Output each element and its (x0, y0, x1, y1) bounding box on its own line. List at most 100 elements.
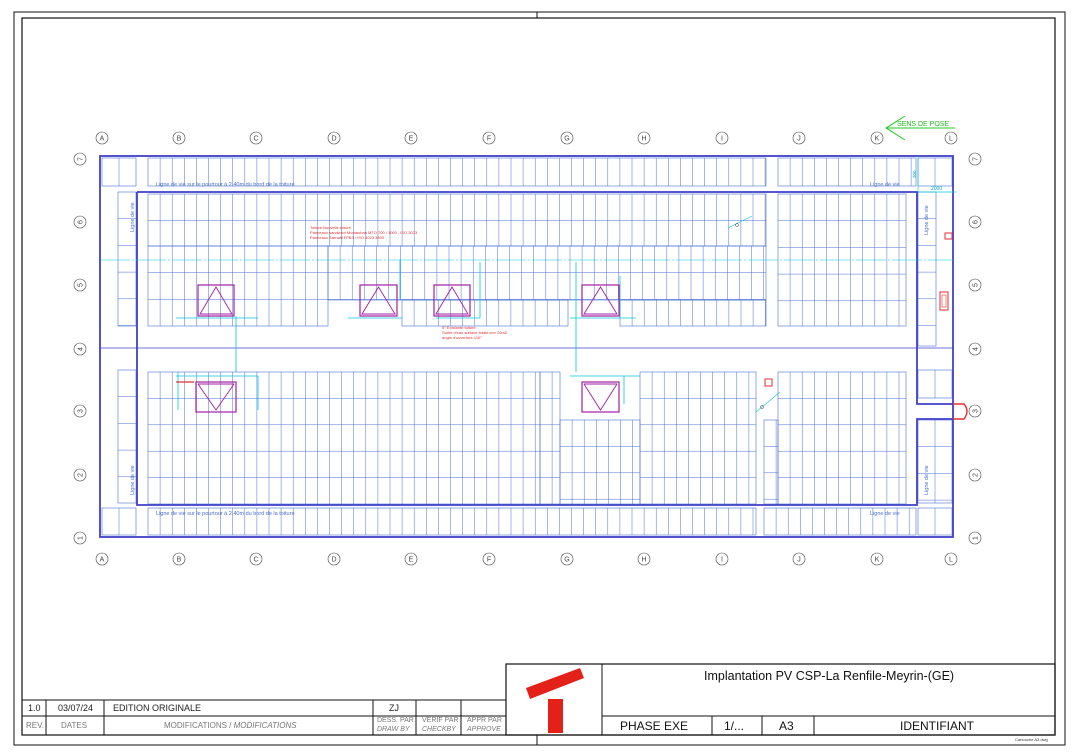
lifeline-left-bottom: Ligne de vie (130, 465, 136, 495)
grid-label-J: J (797, 136, 801, 143)
cable-routes (100, 259, 953, 410)
grid-label-K: K (875, 557, 880, 564)
header-appr-par: APPR PAR (467, 717, 502, 724)
slope-note-3: angle d'ouverture 110° (442, 335, 482, 340)
header-approve: APPROVE (467, 726, 501, 733)
annotations: SENS DE POSE Ligne de vie sur le pourtou… (130, 115, 968, 517)
grid-label-C: C (253, 136, 258, 143)
footer-note: Cartouche A3.dwg (1015, 737, 1048, 742)
grid-label-A: A (100, 557, 105, 564)
phase-label: PHASE EXE (620, 719, 689, 733)
junction-marker (764, 378, 773, 387)
grid-label-K: K (875, 136, 880, 143)
grid-label-3: 3 (973, 409, 980, 413)
grid-label-6: 6 (973, 220, 980, 224)
dim-300: 300 (912, 170, 917, 178)
grid-label-D: D (331, 557, 336, 564)
direction-label: SENS DE POSE (897, 121, 949, 128)
header-rev: REV. (26, 721, 44, 730)
header-modifications: MODIFICATIONS / MODIFICATIONS (164, 721, 297, 730)
grid-label-L: L (949, 136, 953, 143)
grid-label-C: C (253, 557, 258, 564)
panel-block (539, 371, 561, 505)
skylights (195, 284, 620, 413)
roof-frames (99, 155, 954, 538)
edge-note-top: Ligne de vie sur le pourtour à 2,40m du … (156, 182, 295, 188)
skylight (359, 284, 398, 317)
grid-label-J: J (797, 557, 801, 564)
skylight (195, 381, 237, 413)
grid-label-F: F (487, 557, 491, 564)
lifeline-right-top: Ligne de vie (924, 205, 930, 235)
identifiant-label: IDENTIFIANT (900, 719, 974, 733)
grid-label-B: B (177, 557, 182, 564)
grid-label-7: 7 (973, 157, 980, 161)
header-modifications-fr: MODIFICATIONS / (164, 721, 234, 730)
panel-block (147, 193, 767, 247)
lifeline-bottom-right: Ligne de vie (870, 511, 900, 517)
panel-block (401, 299, 569, 327)
panel-block (917, 507, 953, 536)
grid-axes: A A B B C C D D E E F F G G H H I I J J K K L L 7 7 6 6 5 5 4 4 3 3 2 2 1 1 (73, 131, 982, 566)
sheet-number: 1/... (724, 719, 745, 733)
grid-label-E: E (409, 557, 414, 564)
revision-modification: EDITION ORIGINALE (113, 703, 202, 713)
panel-block (559, 419, 641, 505)
panel-block (619, 299, 767, 327)
grid-label-5: 5 (78, 283, 85, 287)
lifeline-right-bottom: Ligne de vie (924, 465, 930, 495)
roof-plan-drawing: A A B B C C D D E E F F G G H H I I J J K K L L 7 7 6 6 5 5 4 4 3 3 2 2 1 1 S… (13, 11, 1066, 746)
roof-outline (99, 155, 954, 538)
pv-panel-layout (101, 157, 953, 536)
project-title: Implantation PV CSP-La Renfile-Meyrin-(G… (704, 669, 955, 683)
grid-label-D: D (331, 136, 336, 143)
grid-label-A: A (100, 136, 105, 143)
grid-label-7: 7 (78, 157, 85, 161)
panel-block (917, 157, 953, 187)
grid-label-5: 5 (973, 283, 980, 287)
header-verif-par: VERIF PAR (422, 717, 459, 724)
header-checkby: CHECKBY (422, 726, 456, 733)
revision-date: 03/07/24 (58, 703, 94, 713)
company-logo (526, 668, 584, 733)
panel-block (147, 371, 541, 505)
panel-block (101, 157, 137, 187)
grid-label-F: F (487, 136, 491, 143)
panel-block (763, 419, 779, 505)
grid-label-H: H (641, 557, 646, 564)
grid-label-L: L (949, 557, 953, 564)
skylight (197, 284, 235, 317)
grid-label-I: I (721, 136, 723, 143)
panel-block (639, 371, 757, 505)
revision-number: 1.0 (28, 703, 41, 713)
panel-block (147, 245, 329, 327)
edge-note-bottom: Ligne de vie sur le pourtour à 2,40m du … (156, 511, 295, 517)
grid-label-G: G (564, 136, 569, 143)
skylight (433, 284, 471, 317)
lifeline-left-top: Ligne de vie (130, 202, 136, 232)
grid-label-4: 4 (78, 347, 85, 351)
grid-label-2: 2 (78, 473, 85, 477)
roof-access-hatch (953, 403, 968, 420)
grid-label-4: 4 (973, 347, 980, 351)
roof-note-3: Panneaux Sarnafil FPB3 / ISO 4023 3800 (310, 235, 385, 240)
revision-drawn-by: ZJ (389, 703, 399, 713)
grid-label-6: 6 (78, 220, 85, 224)
grid-label-2: 2 (973, 473, 980, 477)
grid-label-1: 1 (78, 536, 85, 540)
grid-label-G: G (564, 557, 569, 564)
dim-2000: 2000 (931, 186, 942, 192)
grid-label-I: I (721, 557, 723, 564)
sheet-format: A3 (779, 719, 794, 733)
panel-block (101, 507, 137, 536)
panel-block (777, 371, 907, 505)
grid-label-B: B (177, 136, 182, 143)
header-draw-by: DRAW BY (377, 726, 410, 733)
header-dess-par: DESS. PAR (377, 717, 414, 724)
inverter-marker-1 (944, 232, 953, 240)
skylight (581, 284, 620, 317)
direction-arrow: SENS DE POSE (885, 115, 955, 141)
grid-label-3: 3 (78, 409, 85, 413)
header-modifications-en: MODIFICATIONS (233, 721, 297, 730)
header-dates: DATES (61, 721, 88, 730)
